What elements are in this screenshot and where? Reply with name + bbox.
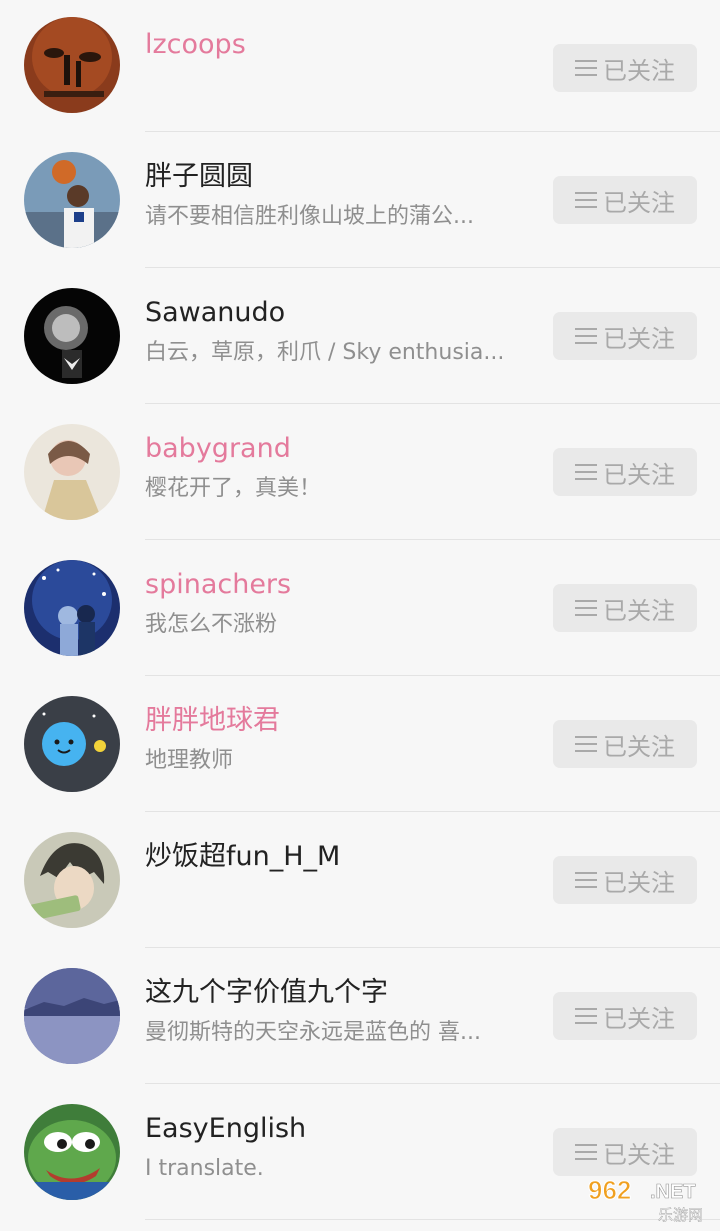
menu-icon — [575, 599, 597, 617]
avatar[interactable] — [24, 832, 120, 928]
menu-icon — [575, 1007, 597, 1025]
user-name[interactable]: spinachers — [145, 568, 291, 602]
avatar[interactable] — [24, 1104, 120, 1200]
svg-text:乐游网: 乐游网 — [658, 1206, 703, 1224]
followed-button-label: 已关注 — [603, 460, 675, 489]
user-name[interactable]: 胖胖地球君 — [145, 704, 280, 738]
svg-text:.NET: .NET — [650, 1181, 696, 1203]
followed-button[interactable]: 已关注 — [553, 1128, 697, 1176]
followed-button-label: 已关注 — [603, 1004, 675, 1033]
followed-button[interactable]: 已关注 — [553, 856, 697, 904]
user-bio: 我怎么不涨粉 — [145, 612, 278, 637]
list-item[interactable]: 炒饭超fun_H_M 已关注 — [0, 812, 720, 948]
menu-icon — [575, 191, 597, 209]
user-bio: 樱花开了，真美！ — [145, 476, 322, 501]
user-bio: 曼彻斯特的天空永远是蓝色的 喜... — [145, 1020, 481, 1045]
avatar[interactable] — [24, 288, 120, 384]
watermark-logo: 962 .NET 乐游网 — [578, 1172, 720, 1227]
list-item[interactable]: spinachers 我怎么不涨粉 已关注 — [0, 540, 720, 676]
menu-icon — [575, 735, 597, 753]
avatar[interactable] — [24, 560, 120, 656]
avatar[interactable] — [24, 17, 120, 113]
user-bio: I translate. — [145, 1156, 264, 1181]
user-bio: 白云，草原，利爪 / Sky enthusia... — [145, 340, 505, 365]
user-name[interactable]: babygrand — [145, 432, 291, 466]
avatar[interactable] — [24, 696, 120, 792]
user-name[interactable]: 胖子圆圆 — [145, 160, 253, 194]
avatar[interactable] — [24, 152, 120, 248]
svg-text:962: 962 — [588, 1175, 631, 1205]
user-bio: 请不要相信胜利像山坡上的蒲公... — [145, 204, 474, 229]
followed-button[interactable]: 已关注 — [553, 44, 697, 92]
followed-button[interactable]: 已关注 — [553, 312, 697, 360]
avatar[interactable] — [24, 968, 120, 1064]
user-name[interactable]: lzcoops — [145, 28, 246, 62]
list-item[interactable]: 胖子圆圆 请不要相信胜利像山坡上的蒲公... 已关注 — [0, 132, 720, 268]
followed-button[interactable]: 已关注 — [553, 584, 697, 632]
list-item[interactable]: 胖胖地球君 地理教师 已关注 — [0, 676, 720, 812]
menu-icon — [575, 1143, 597, 1161]
followed-button-label: 已关注 — [603, 732, 675, 761]
followed-button-label: 已关注 — [603, 1140, 675, 1169]
list-item[interactable]: babygrand 樱花开了，真美！ 已关注 — [0, 404, 720, 540]
followed-button-label: 已关注 — [603, 324, 675, 353]
menu-icon — [575, 59, 597, 77]
list-item[interactable]: 这九个字价值九个字 曼彻斯特的天空永远是蓝色的 喜... 已关注 — [0, 948, 720, 1084]
followed-button[interactable]: 已关注 — [553, 176, 697, 224]
avatar[interactable] — [24, 424, 120, 520]
followed-button-label: 已关注 — [603, 868, 675, 897]
menu-icon — [575, 327, 597, 345]
followed-button[interactable]: 已关注 — [553, 448, 697, 496]
followed-button-label: 已关注 — [603, 596, 675, 625]
user-name[interactable]: 炒饭超fun_H_M — [145, 840, 340, 874]
menu-icon — [575, 463, 597, 481]
list-item[interactable]: Sawanudo 白云，草原，利爪 / Sky enthusia... 已关注 — [0, 268, 720, 404]
user-name[interactable]: EasyEnglish — [145, 1112, 306, 1146]
user-bio: 地理教师 — [145, 748, 234, 773]
following-list: lzcoops 已关注 胖子圆圆 请不要相信胜利像山坡上的蒲公... 已关注 S… — [0, 0, 720, 1220]
user-name[interactable]: 这九个字价值九个字 — [145, 976, 388, 1010]
followed-button-label: 已关注 — [603, 188, 675, 217]
menu-icon — [575, 871, 597, 889]
followed-button[interactable]: 已关注 — [553, 720, 697, 768]
user-name[interactable]: Sawanudo — [145, 296, 285, 330]
followed-button-label: 已关注 — [603, 56, 675, 85]
followed-button[interactable]: 已关注 — [553, 992, 697, 1040]
list-item[interactable]: lzcoops 已关注 — [0, 0, 720, 132]
